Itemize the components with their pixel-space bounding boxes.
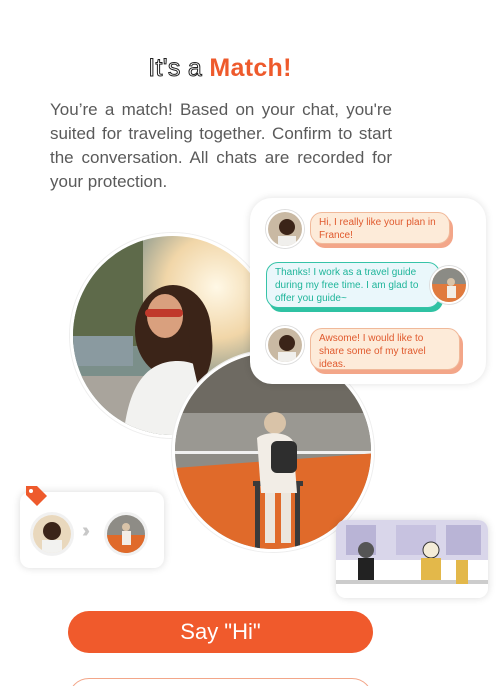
chat-message-1: Hi, I really like your plan in France! (310, 212, 450, 244)
avatar-user-a-2 (266, 326, 304, 364)
title-accent: Match! (209, 54, 292, 82)
mini-avatar-woman (30, 512, 74, 556)
say-hi-button[interactable]: Say "Hi" (68, 611, 373, 653)
avatar-user-b (430, 266, 468, 304)
chat-message-3: Awsome! I would like to share some of my… (310, 328, 460, 370)
chat-preview-card: Hi, I really like your plan in France! T… (250, 198, 486, 384)
title-prefix: It's a (148, 54, 203, 83)
intro-text: You’re a match! Based on your chat, you'… (50, 100, 392, 191)
avatar-user-a (266, 210, 304, 248)
illustration-card (336, 520, 488, 598)
mini-avatar-walker (104, 512, 148, 556)
chat-message-2: Thanks! I work as a travel guide during … (266, 262, 440, 308)
secondary-button[interactable] (68, 678, 373, 686)
tag-icon (26, 486, 47, 506)
page-title: It's a Match! (0, 54, 440, 83)
double-chevron-right-icon: ››› (82, 520, 90, 542)
